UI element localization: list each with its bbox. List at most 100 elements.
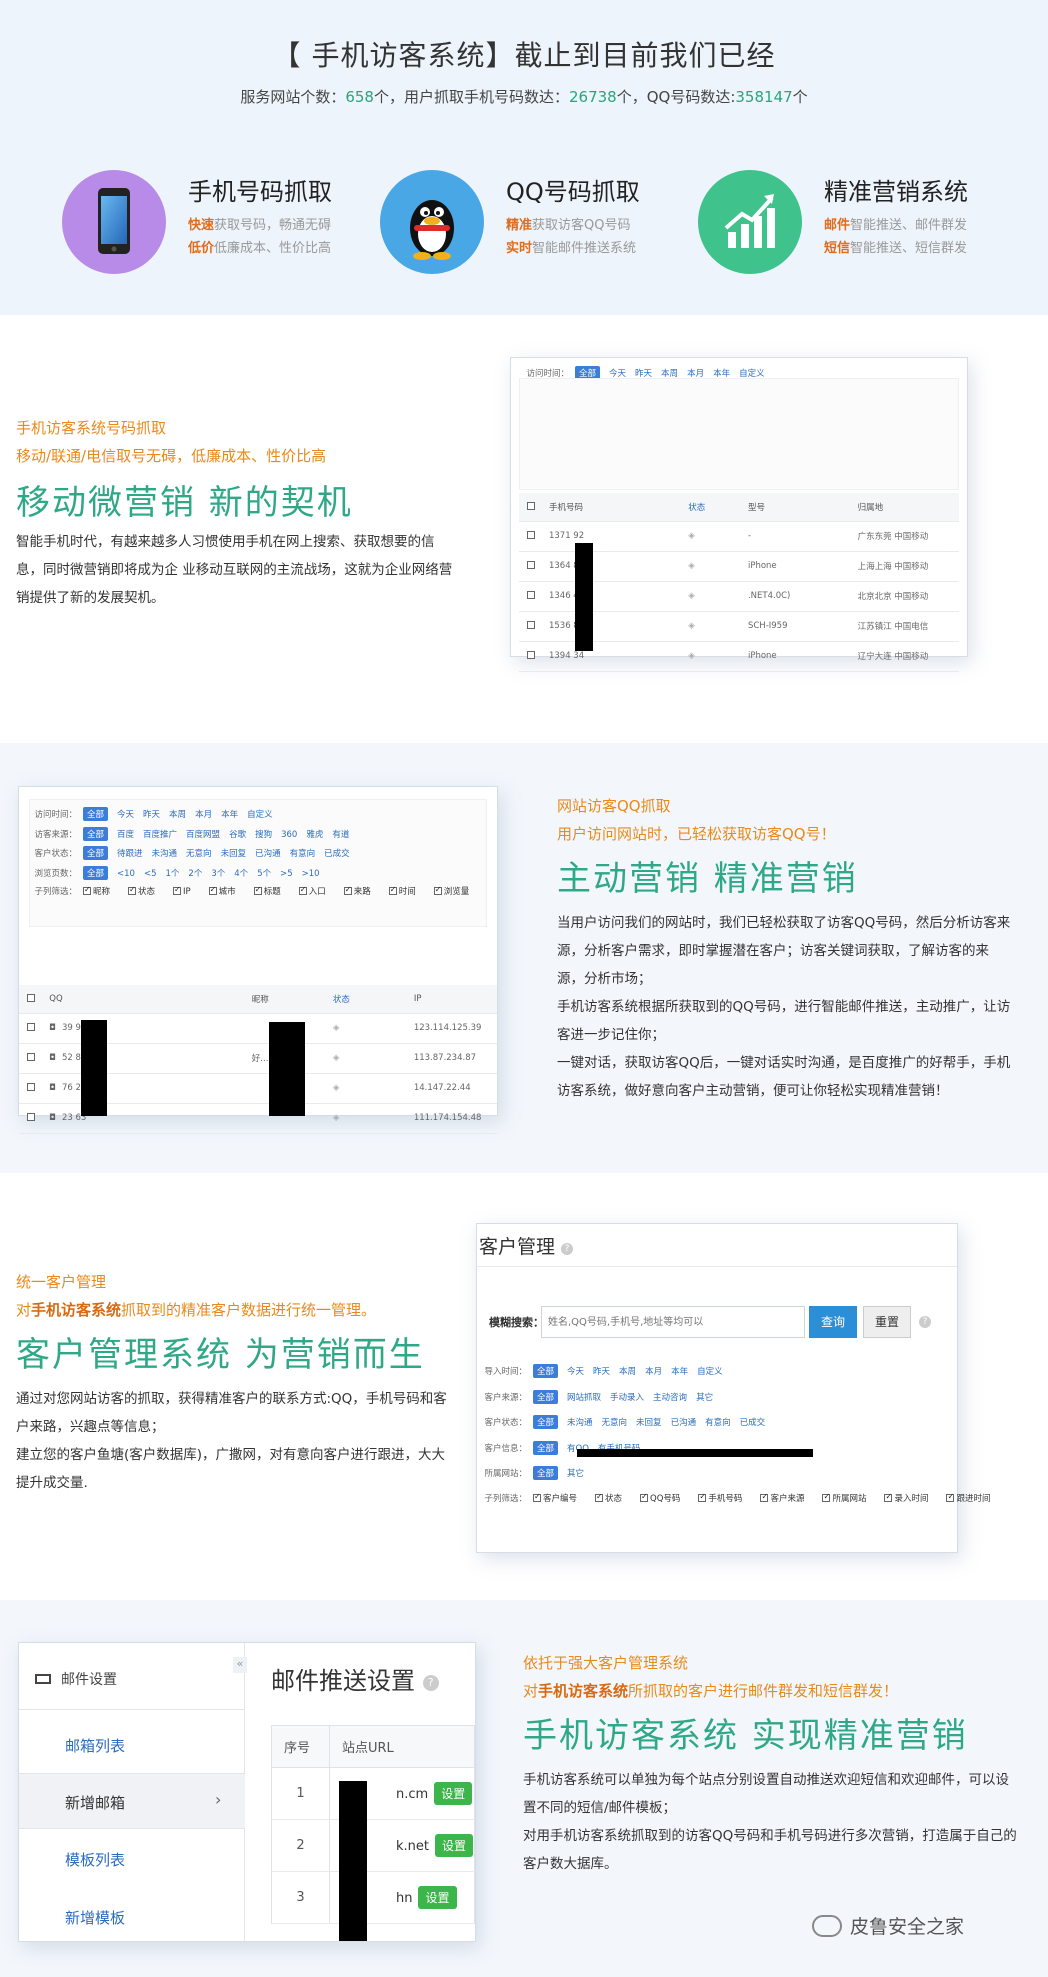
filter-option[interactable]: 昨天	[143, 808, 160, 820]
column-checkbox[interactable]: IP	[173, 885, 200, 897]
checkbox-icon[interactable]	[27, 993, 35, 1002]
filter-option[interactable]: 搜狗	[255, 828, 272, 840]
checkbox-icon[interactable]	[527, 561, 535, 569]
filter-option[interactable]: <5	[144, 869, 157, 879]
filter-option[interactable]: 360	[281, 830, 297, 840]
menu-item-add-template[interactable]: 新增模板	[65, 1907, 125, 1928]
filter-option[interactable]: 昨天	[593, 1365, 610, 1377]
column-checkbox[interactable]: 来路	[343, 885, 380, 897]
filter-option[interactable]: 未回复	[636, 1416, 662, 1428]
row-select-cell[interactable]	[519, 581, 541, 612]
column-header[interactable]: 状态	[324, 985, 406, 1014]
filter-option[interactable]: 未沟通	[152, 847, 178, 859]
column-header[interactable]: 手机号码	[540, 493, 681, 522]
filter-option[interactable]: 手动录入	[610, 1391, 644, 1403]
filter-option[interactable]: 本周	[169, 808, 186, 820]
filter-option[interactable]: 全部	[83, 826, 109, 841]
checkbox-icon[interactable]	[527, 501, 535, 510]
set-button[interactable]: 设置	[435, 1834, 474, 1857]
set-button[interactable]: 设置	[418, 1886, 457, 1909]
filter-option[interactable]: 1个	[166, 867, 180, 879]
row-select-cell[interactable]	[519, 611, 541, 642]
column-checkbox[interactable]: 状态	[595, 1492, 631, 1504]
set-button[interactable]: 设置	[434, 1782, 473, 1805]
row-select-cell[interactable]	[19, 1073, 42, 1104]
filter-option[interactable]: >10	[302, 869, 320, 879]
filter-option[interactable]: 自定义	[697, 1365, 723, 1377]
filter-option[interactable]: 3个	[211, 867, 225, 879]
help-icon[interactable]: ?	[919, 1316, 931, 1328]
row-select-cell[interactable]	[19, 1043, 42, 1074]
select-all-cell[interactable]	[519, 493, 541, 522]
filter-option[interactable]: 5个	[257, 867, 271, 879]
filter-option[interactable]: 无意向	[186, 847, 212, 859]
column-checkbox[interactable]: 客户编号	[533, 1492, 586, 1504]
checkbox-icon[interactable]	[27, 1053, 35, 1061]
column-header[interactable]: QQ	[41, 985, 244, 1014]
filter-option[interactable]: 全部	[533, 1389, 559, 1404]
filter-option[interactable]: 全部	[83, 807, 109, 821]
filter-option[interactable]: 2个	[188, 867, 202, 879]
filter-option[interactable]: 有意向	[705, 1416, 731, 1428]
collapse-toggle[interactable]: «	[233, 1657, 247, 1673]
filter-option[interactable]: 全部	[533, 1364, 559, 1378]
column-checkbox[interactable]: 跟进时间	[946, 1492, 999, 1504]
column-checkbox[interactable]: 所属网站	[822, 1492, 875, 1504]
column-checkbox[interactable]: 浏览量	[433, 885, 479, 897]
row-select-cell[interactable]	[519, 521, 541, 552]
filter-option[interactable]: 全部	[83, 865, 109, 880]
filter-option[interactable]: 本周	[619, 1365, 636, 1377]
help-icon[interactable]: ?	[561, 1243, 574, 1255]
column-checkbox[interactable]: 昵称	[83, 885, 119, 897]
row-select-cell[interactable]	[519, 551, 541, 582]
column-header[interactable]: 昵称	[243, 985, 325, 1014]
filter-option[interactable]: 已成交	[324, 847, 350, 859]
menu-item-template-list[interactable]: 模板列表	[65, 1849, 125, 1870]
filter-option[interactable]: 本年	[221, 808, 238, 820]
filter-option[interactable]: 今天	[567, 1365, 584, 1377]
search-input[interactable]	[541, 1306, 805, 1338]
help-icon[interactable]: ?	[422, 1675, 439, 1691]
filter-option[interactable]: 其它	[567, 1467, 584, 1479]
row-select-cell[interactable]	[19, 1103, 42, 1134]
checkbox-icon[interactable]	[527, 531, 535, 539]
checkbox-icon[interactable]	[27, 1023, 35, 1031]
filter-option[interactable]: 本年	[671, 1365, 688, 1377]
column-checkbox[interactable]: 客户来源	[760, 1492, 813, 1504]
filter-option[interactable]: 谷歌	[229, 828, 246, 840]
filter-option[interactable]: 全部	[533, 1440, 559, 1455]
checkbox-icon[interactable]	[27, 1083, 35, 1091]
column-checkbox[interactable]: QQ号码	[640, 1492, 689, 1504]
filter-option[interactable]: 无意向	[602, 1416, 628, 1428]
checkbox-icon[interactable]	[27, 1113, 35, 1121]
filter-option[interactable]: 今天	[117, 808, 134, 820]
column-checkbox[interactable]: 标题	[253, 885, 290, 897]
checkbox-icon[interactable]	[527, 591, 535, 599]
filter-option[interactable]: 本月	[195, 808, 212, 820]
filter-option[interactable]: 百度	[117, 828, 134, 840]
filter-option[interactable]: <10	[117, 869, 135, 879]
filter-option[interactable]: 全部	[83, 846, 109, 860]
column-checkbox[interactable]: 时间	[388, 885, 425, 897]
column-checkbox[interactable]: 入口	[298, 885, 335, 897]
filter-option[interactable]: 全部	[533, 1415, 559, 1429]
reset-button[interactable]: 重置	[863, 1306, 911, 1338]
search-button[interactable]: 查询	[809, 1306, 857, 1338]
filter-option[interactable]: 网站抓取	[567, 1391, 601, 1403]
filter-option[interactable]: 已成交	[740, 1416, 766, 1428]
filter-option[interactable]: 其它	[696, 1391, 713, 1403]
column-header[interactable]: 型号	[739, 493, 850, 522]
filter-option[interactable]: 待跟进	[117, 847, 143, 859]
filter-option[interactable]: 未回复	[221, 847, 247, 859]
checkbox-icon[interactable]	[527, 651, 535, 659]
row-select-cell[interactable]	[519, 641, 541, 672]
filter-option[interactable]: >5	[280, 869, 293, 879]
checkbox-icon[interactable]	[527, 621, 535, 629]
filter-option[interactable]: 已沟通	[671, 1416, 697, 1428]
filter-option[interactable]: 主动咨询	[653, 1391, 687, 1403]
column-checkbox[interactable]: 状态	[128, 885, 164, 897]
select-all-cell[interactable]	[19, 985, 42, 1014]
column-header[interactable]: 归属地	[849, 493, 959, 522]
filter-option[interactable]: 有意向	[290, 847, 316, 859]
filter-option[interactable]: 未沟通	[567, 1416, 593, 1428]
